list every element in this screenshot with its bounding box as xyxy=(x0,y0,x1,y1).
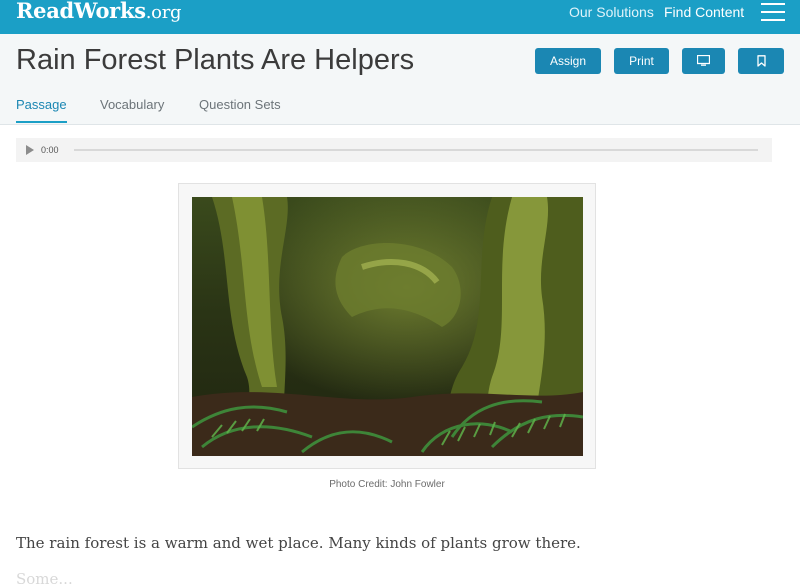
present-button[interactable] xyxy=(682,48,725,74)
audio-time: 0:00 xyxy=(41,145,59,155)
audio-player: 0:00 xyxy=(16,138,772,162)
passage-header: Rain Forest Plants Are Helpers Assign Pr… xyxy=(0,34,800,125)
passage-text: The rain forest is a warm and wet place.… xyxy=(16,534,581,552)
print-button[interactable]: Print xyxy=(614,48,669,74)
passage-image-frame xyxy=(178,183,596,469)
logo-text: ReadWorks xyxy=(16,0,146,23)
passage-text-faded: Some... xyxy=(16,570,73,588)
tab-question-sets[interactable]: Question Sets xyxy=(199,97,281,113)
photo-credit: Photo Credit: John Fowler xyxy=(329,479,445,490)
logo-suffix: .org xyxy=(145,2,182,23)
audio-progress-track[interactable] xyxy=(74,149,758,151)
nav-our-solutions[interactable]: Our Solutions xyxy=(569,4,654,20)
top-navigation-bar: ReadWorks.org Our Solutions Find Content xyxy=(0,0,800,34)
nav-find-content[interactable]: Find Content xyxy=(664,4,744,20)
play-icon[interactable] xyxy=(25,145,35,155)
tab-vocabulary[interactable]: Vocabulary xyxy=(100,97,164,113)
bookmark-button[interactable] xyxy=(738,48,784,74)
assign-button[interactable]: Assign xyxy=(535,48,601,74)
readworks-logo[interactable]: ReadWorks.org xyxy=(16,0,182,24)
rain-forest-photo xyxy=(192,197,583,456)
hamburger-menu-icon[interactable] xyxy=(761,2,785,22)
tab-passage[interactable]: Passage xyxy=(16,97,67,113)
active-tab-indicator xyxy=(16,121,67,123)
bookmark-icon xyxy=(756,54,766,67)
page-title: Rain Forest Plants Are Helpers xyxy=(16,44,415,76)
monitor-icon xyxy=(696,55,711,67)
